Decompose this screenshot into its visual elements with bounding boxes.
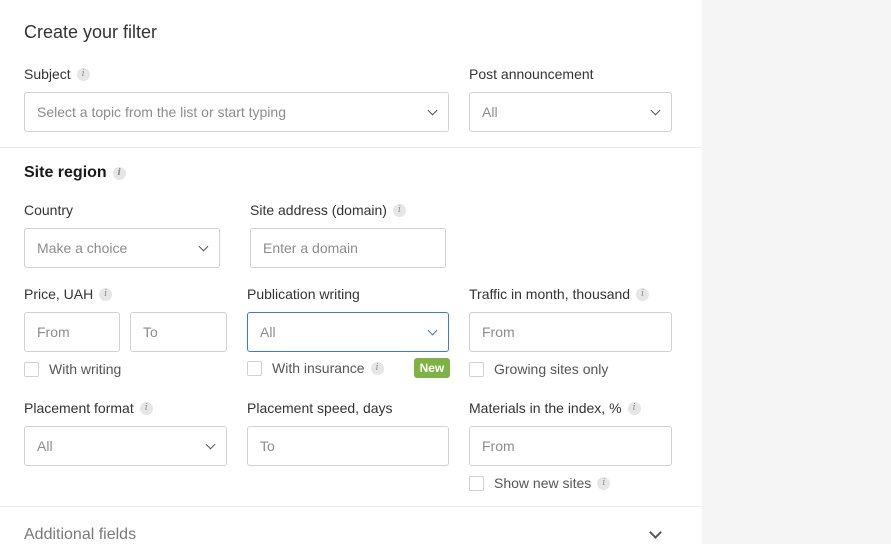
subject-label: Subject i <box>24 66 90 82</box>
new-badge: New <box>413 358 451 378</box>
with-insurance-option[interactable]: With insurance i New <box>247 358 451 378</box>
chevron-down-icon <box>198 241 209 251</box>
price-label: Price, UAH i <box>24 286 113 302</box>
info-icon[interactable]: i <box>392 203 406 217</box>
show-new-sites-checkbox[interactable] <box>469 475 484 491</box>
chevron-down-icon <box>427 105 438 115</box>
show-new-sites-option[interactable]: Show new sites i <box>469 475 611 491</box>
filter-panel: Create your filter Subject i Select a to… <box>0 0 702 544</box>
placement-format-label: Placement format i <box>24 400 153 416</box>
info-icon[interactable]: i <box>597 476 611 490</box>
info-icon[interactable]: i <box>76 67 90 81</box>
chevron-down-icon <box>427 325 438 335</box>
section-divider <box>0 147 702 148</box>
publication-writing-select[interactable]: All <box>247 312 449 352</box>
domain-label: Site address (domain) i <box>250 202 406 218</box>
traffic-label: Traffic in month, thousand i <box>469 286 650 302</box>
chevron-down-icon <box>650 105 661 115</box>
with-writing-checkbox[interactable] <box>24 361 39 377</box>
placement-format-select[interactable]: All <box>24 426 227 466</box>
country-select[interactable]: Make a choice <box>24 228 220 268</box>
materials-from-input[interactable]: From <box>469 426 672 466</box>
info-icon[interactable]: i <box>370 361 384 375</box>
traffic-from-input[interactable]: From <box>469 312 672 352</box>
post-announcement-select[interactable]: All <box>469 92 672 132</box>
price-to-input[interactable]: To <box>130 312 227 352</box>
info-icon[interactable]: i <box>112 166 126 180</box>
publication-writing-label: Publication writing <box>247 286 360 302</box>
placement-speed-label: Placement speed, days <box>247 400 393 416</box>
chevron-down-icon[interactable] <box>649 526 662 539</box>
info-icon[interactable]: i <box>99 287 113 301</box>
with-insurance-checkbox[interactable] <box>247 360 262 376</box>
placement-speed-input[interactable]: To <box>247 426 449 466</box>
growing-sites-option[interactable]: Growing sites only <box>469 361 608 377</box>
chevron-down-icon <box>205 439 216 449</box>
price-from-input[interactable]: From <box>24 312 120 352</box>
filter-title: Create your filter <box>24 22 158 42</box>
country-label: Country <box>24 202 74 218</box>
materials-label: Materials in the index, % i <box>469 400 641 416</box>
post-announcement-label: Post announcement <box>469 66 594 82</box>
subject-select[interactable]: Select a topic from the list or start ty… <box>24 92 449 132</box>
section-divider <box>0 506 702 507</box>
info-icon[interactable]: i <box>636 287 650 301</box>
domain-input[interactable]: Enter a domain <box>250 228 446 268</box>
with-writing-option[interactable]: With writing <box>24 361 121 377</box>
growing-sites-checkbox[interactable] <box>469 361 484 377</box>
info-icon[interactable]: i <box>139 401 153 415</box>
site-region-heading: Site region i <box>24 164 126 182</box>
info-icon[interactable]: i <box>627 401 641 415</box>
additional-fields-toggle[interactable]: Additional fields <box>24 526 136 544</box>
